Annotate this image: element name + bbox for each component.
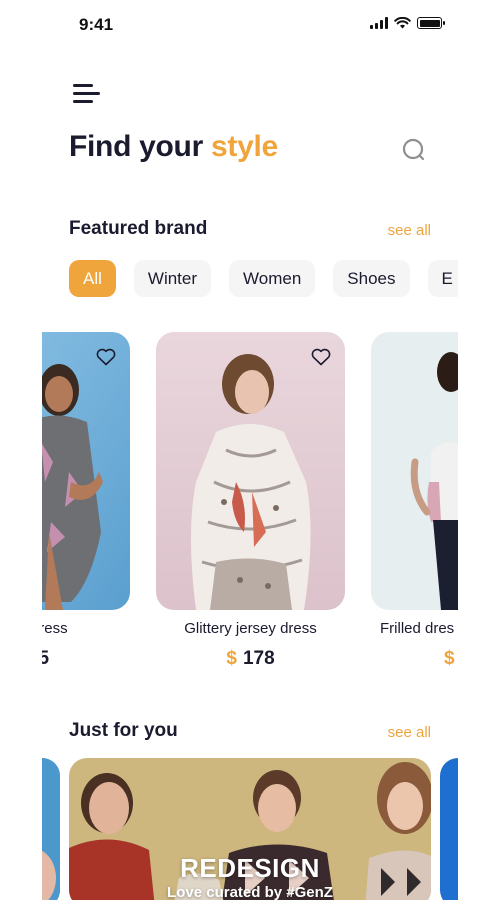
product-price: $ [444,648,458,670]
product-price: $178 [156,648,345,670]
price-currency: $ [444,648,455,669]
battery-icon [417,17,445,29]
product-image[interactable] [156,332,345,610]
banner-card-redesign[interactable]: REDESIGN Love curated by #GenZ [69,758,431,900]
product-image[interactable] [371,332,458,610]
just-for-you-title: Just for you [69,720,178,741]
just-for-you-see-all-link[interactable]: see all [388,724,431,741]
chip-all[interactable]: All [69,260,116,297]
product-name: sey dress [42,620,68,637]
price-currency: $ [226,648,237,669]
product-price: 75 [42,648,130,670]
chip-partial[interactable]: E [427,260,458,297]
chip-winter[interactable]: Winter [133,260,212,297]
chip-women[interactable]: Women [229,260,316,297]
featured-see-all-link[interactable]: see all [388,222,431,239]
search-icon[interactable] [400,136,428,164]
product-card[interactable]: Frilled dres $ [371,332,458,669]
page-title: Find your style [69,130,278,164]
banner-carousel[interactable]: REDESIGN Love curated by #GenZ [42,758,458,900]
price-value: 75 [42,648,50,669]
heart-icon[interactable] [96,348,116,366]
banner-card-right[interactable] [440,758,458,900]
status-time: 9:41 [79,15,114,34]
banner-subtitle: Love curated by #GenZ [167,884,333,900]
heart-icon[interactable] [311,348,331,366]
banner-card-left[interactable] [42,758,60,900]
title-accent: style [211,130,278,163]
featured-brand-title: Featured brand [69,218,208,239]
chip-shoes[interactable]: Shoes [333,260,410,297]
signal-icon [370,17,388,29]
banner-title: REDESIGN [180,853,320,883]
wifi-icon [394,17,411,29]
status-bar: 9:41 [0,0,500,50]
status-icons [370,17,445,29]
menu-icon[interactable] [73,82,103,106]
price-value: 178 [242,648,275,669]
product-card[interactable]: Glittery jersey dress $178 [156,332,345,669]
product-name: Frilled dres [380,620,455,637]
category-chips: All Winter Women Shoes E [69,260,458,297]
product-image[interactable] [42,332,130,610]
title-main: Find your [69,130,211,163]
product-carousel[interactable]: sey dress 75 [42,332,458,677]
product-card[interactable]: sey dress 75 [42,332,130,669]
product-name: Glittery jersey dress [184,620,317,637]
